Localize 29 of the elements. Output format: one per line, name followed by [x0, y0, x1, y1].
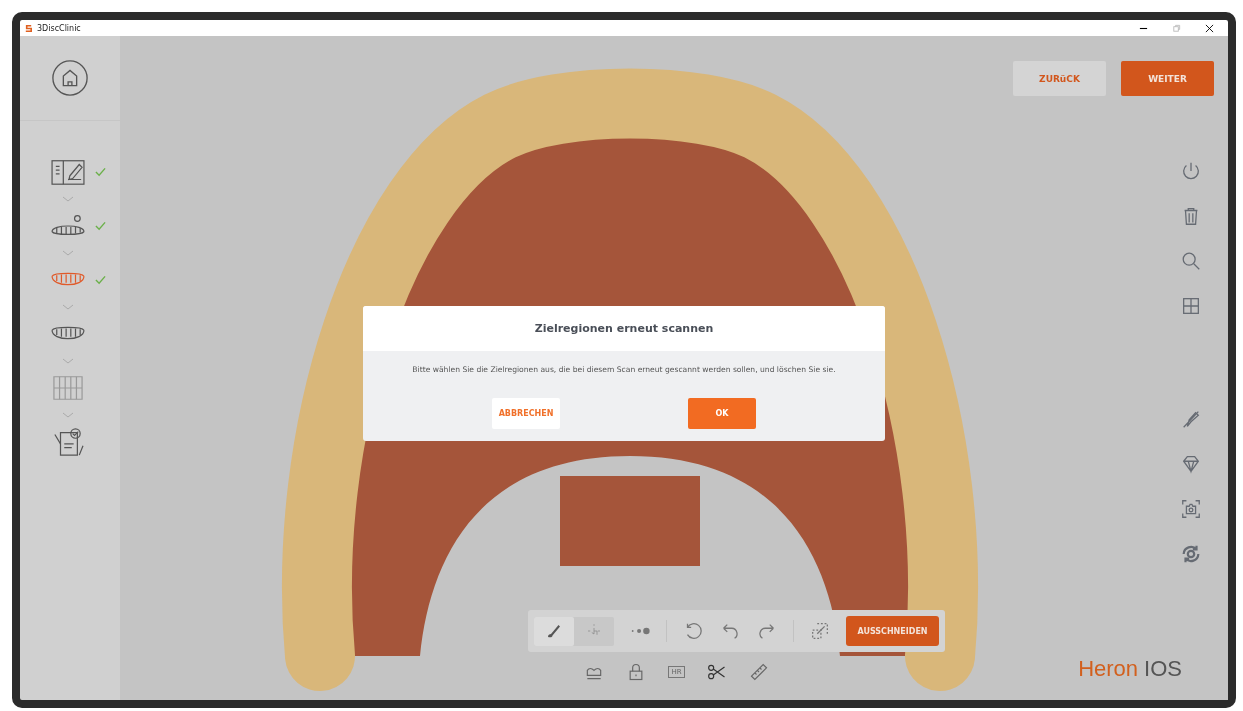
power-icon[interactable] — [1180, 160, 1202, 182]
form-icon[interactable] — [48, 157, 87, 187]
restore-icon[interactable] — [1172, 23, 1181, 33]
chevron-down-icon — [62, 196, 74, 202]
camera-icon[interactable] — [1180, 498, 1202, 520]
next-button[interactable]: WEITER — [1121, 61, 1214, 96]
back-button[interactable]: ZURüCK — [1013, 61, 1106, 96]
window-title: 3DiscClinic — [37, 23, 81, 33]
chevron-down-icon — [62, 250, 74, 256]
home-icon[interactable] — [51, 59, 89, 97]
ok-button[interactable]: OK — [688, 398, 756, 429]
dialog-title: Zielregionen erneut scannen — [363, 306, 885, 351]
close-icon[interactable] — [1205, 23, 1214, 33]
search-icon[interactable] — [1180, 250, 1202, 272]
ruler-icon[interactable] — [748, 662, 769, 682]
app-logo-icon — [24, 23, 33, 33]
grid-icon[interactable] — [1180, 295, 1202, 317]
selection-icon[interactable] — [809, 620, 831, 642]
diamond-icon[interactable] — [1180, 453, 1202, 475]
scissors-icon[interactable] — [706, 662, 727, 682]
cut-button[interactable]: AUSSCHNEIDEN — [846, 616, 939, 646]
brand-name: Heron — [1078, 656, 1139, 682]
brush-tool-button[interactable] — [534, 616, 574, 646]
product-name: IOS — [1144, 656, 1182, 682]
chevron-down-icon — [62, 412, 74, 418]
cancel-button[interactable]: ABBRECHEN — [492, 398, 560, 429]
chevron-down-icon — [62, 358, 74, 364]
brush-icon — [545, 622, 563, 640]
chevron-down-icon — [62, 304, 74, 310]
